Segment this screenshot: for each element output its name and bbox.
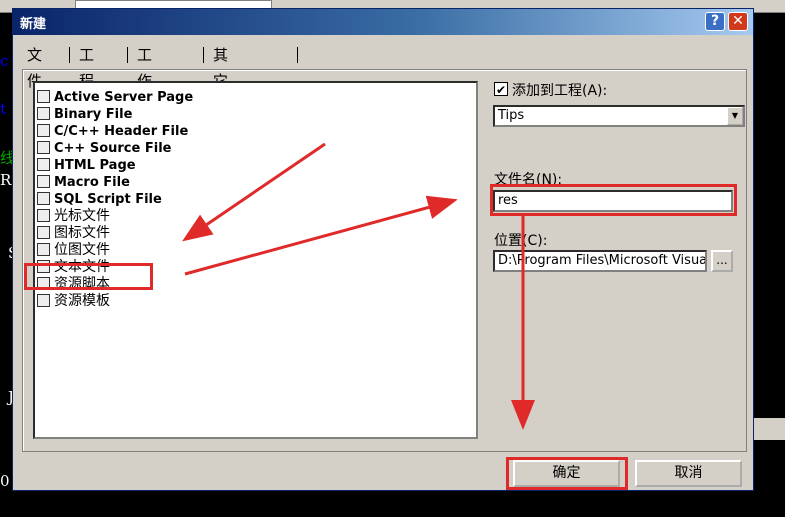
- arrow-to-list: [182, 142, 326, 242]
- annotation-arrows: [182, 142, 535, 430]
